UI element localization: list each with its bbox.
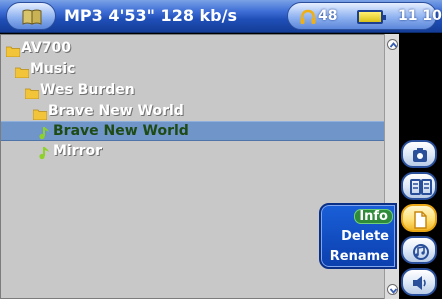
status-pill: 48 11 10 <box>287 2 442 30</box>
track-info-title: MP3 4'53" 128 kb/s <box>64 6 237 25</box>
menu-item-info[interactable]: Info <box>354 209 393 224</box>
chevron-up-icon <box>389 42 398 48</box>
copy-to-device-button[interactable] <box>401 140 437 168</box>
speaker-button[interactable] <box>401 268 437 296</box>
speaker-icon <box>413 276 426 290</box>
folder-label: Brave New World <box>48 103 184 119</box>
track-label: Mirror <box>53 143 103 159</box>
folder-icon <box>24 84 40 103</box>
folder-row[interactable]: Wes Burden <box>1 81 387 101</box>
folder-label: AV700 <box>21 40 71 56</box>
side-toolbar <box>399 34 442 299</box>
folder-label: Music <box>30 61 76 77</box>
folder-icon <box>5 42 21 61</box>
menu-item-rename[interactable]: Rename <box>330 249 389 264</box>
screen: MP3 4'53" 128 kb/s 48 11 10 AV700 Music We… <box>0 0 442 299</box>
folder-row[interactable]: Brave New World <box>1 102 387 122</box>
context-menu: Info Delete Rename <box>319 203 397 269</box>
scroll-down-button[interactable] <box>387 284 398 295</box>
playlist-button[interactable] <box>401 236 437 264</box>
folder-label: Wes Burden <box>40 82 135 98</box>
headphones-icon <box>300 9 316 24</box>
track-row[interactable]: Brave New World <box>1 121 387 141</box>
clock: 11 10 <box>398 8 442 24</box>
copy-to-device-icon <box>413 148 427 162</box>
playlist-icon <box>413 244 429 260</box>
file-options-icon <box>414 211 427 229</box>
folder-icon <box>14 63 30 82</box>
track-label: Brave New World <box>53 123 189 139</box>
folder-row[interactable]: Music <box>1 60 387 80</box>
track-row[interactable]: Mirror <box>1 142 387 162</box>
music-note-icon <box>38 145 50 164</box>
volume-level: 48 <box>318 8 338 24</box>
header-bar: MP3 4'53" 128 kb/s 48 11 10 <box>0 0 442 33</box>
dual-pane-button[interactable] <box>401 172 437 200</box>
scroll-up-button[interactable] <box>387 39 398 50</box>
book-icon <box>22 9 42 25</box>
folder-row[interactable]: AV700 <box>1 39 387 59</box>
battery-icon <box>357 10 386 24</box>
menu-item-delete[interactable]: Delete <box>341 229 389 244</box>
chevron-down-icon <box>389 288 398 294</box>
file-type-button[interactable] <box>6 2 56 30</box>
dual-pane-icon <box>410 179 432 195</box>
file-options-button[interactable] <box>401 204 437 232</box>
